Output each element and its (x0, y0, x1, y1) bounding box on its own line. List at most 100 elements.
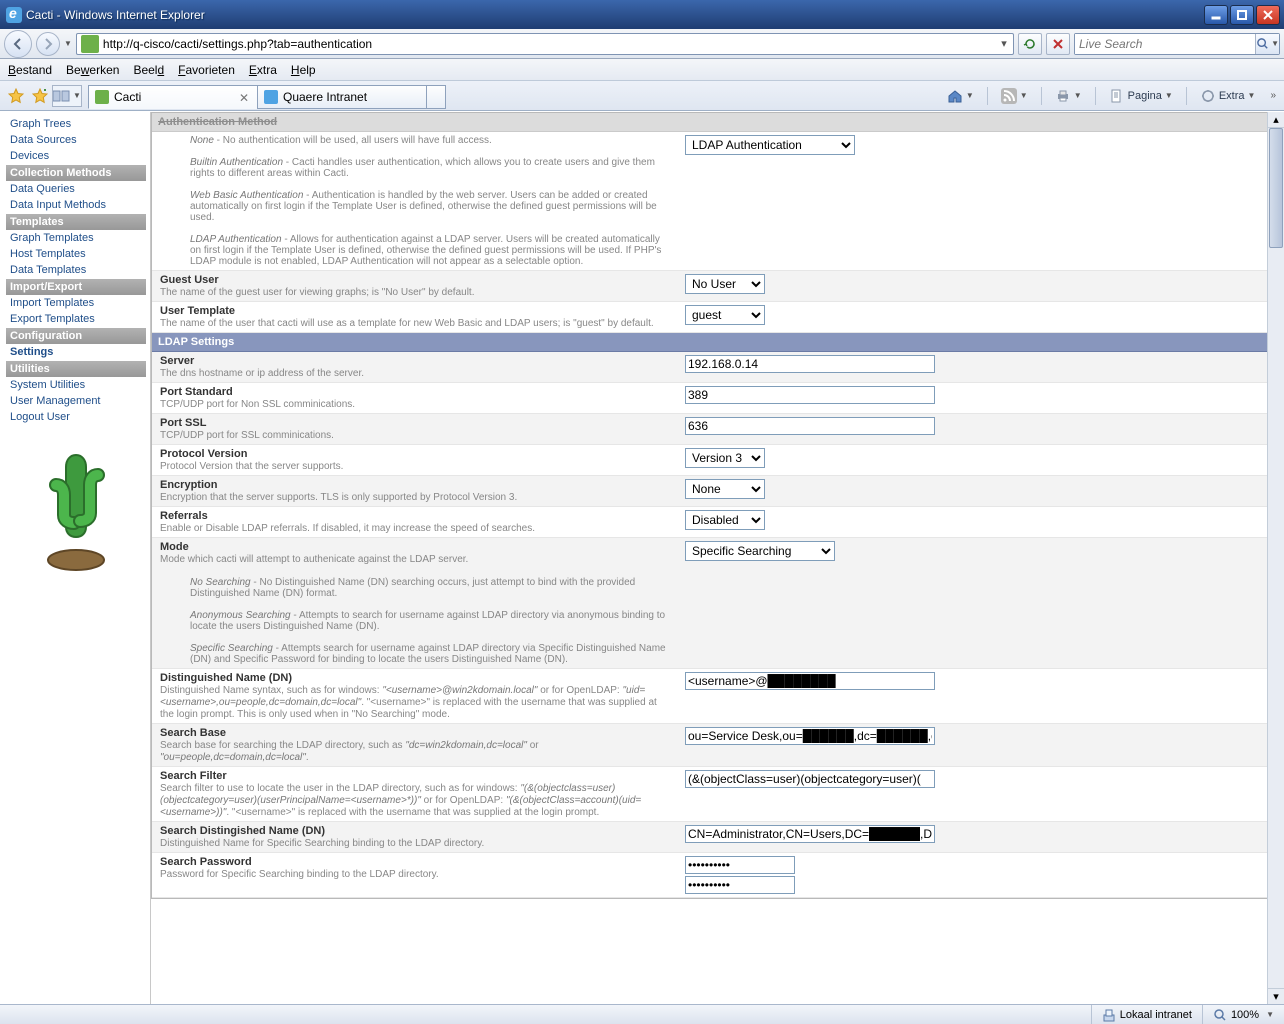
address-dropdown-icon[interactable]: ▾ (995, 37, 1013, 50)
tab-close-icon[interactable]: ✕ (239, 91, 251, 103)
window-title: Cacti - Windows Internet Explorer (26, 8, 1204, 22)
nav-head-config: Configuration (6, 328, 146, 344)
tab-cacti[interactable]: Cacti ✕ (88, 85, 258, 109)
toolbar-overflow-icon[interactable]: » (1266, 90, 1280, 101)
menu-bestand[interactable]: BBestandestand (8, 63, 52, 77)
settings-panel: Authentication Method None - No authenti… (150, 112, 1284, 1004)
print-button[interactable]: ▼ (1050, 85, 1087, 107)
zoom-icon (1213, 1008, 1227, 1022)
nav-dropdown-icon[interactable]: ▼ (64, 39, 72, 48)
nav-logout[interactable]: Logout User (6, 409, 146, 425)
ldap-search-dn-input[interactable] (685, 825, 935, 843)
row-user-template: User TemplateThe name of the user that c… (152, 302, 1283, 333)
close-button[interactable] (1256, 5, 1280, 25)
ie-icon (6, 7, 22, 23)
menu-bewerken[interactable]: Bewerken (66, 63, 119, 77)
search-input[interactable] (1075, 34, 1255, 54)
nav-export-templates[interactable]: Export Templates (6, 311, 146, 327)
zone-icon (1102, 1008, 1116, 1022)
search-button[interactable]: ▼ (1255, 34, 1279, 54)
add-favorite-icon[interactable] (31, 87, 49, 105)
tab-quaere[interactable]: Quaere Intranet (257, 85, 427, 109)
nav-toolbar: ▼ ▾ ▼ (0, 29, 1284, 59)
scroll-thumb[interactable] (1269, 128, 1283, 248)
pagina-button[interactable]: Pagina▼ (1104, 85, 1178, 107)
row-ldap-server: ServerThe dns hostname or ip address of … (152, 352, 1283, 383)
nav-head-templates: Templates (6, 214, 146, 230)
nav-graph-trees[interactable]: Graph Trees (6, 116, 146, 132)
maximize-button[interactable] (1230, 5, 1254, 25)
tab-label: Quaere Intranet (283, 90, 420, 104)
row-guest-user: Guest UserThe name of the guest user for… (152, 271, 1283, 302)
ldap-referrals-select[interactable]: Disabled (685, 510, 765, 530)
nav-head-utilities: Utilities (6, 361, 146, 377)
favorites-icon[interactable] (7, 87, 25, 105)
ldap-port-input[interactable] (685, 386, 935, 404)
ldap-section-title: LDAP Settings (152, 333, 1283, 352)
rss-button[interactable]: ▼ (996, 85, 1033, 107)
ldap-search-pw-input[interactable] (685, 856, 795, 874)
nav-user-management[interactable]: User Management (6, 393, 146, 409)
row-ldap-mode: Mode Mode which cacti will attempt to au… (152, 538, 1283, 669)
guest-user-select[interactable]: No User (685, 274, 765, 294)
menu-favorieten[interactable]: Favorieten (178, 63, 235, 77)
nav-data-sources[interactable]: Data Sources (6, 132, 146, 148)
menu-extra[interactable]: Extra (249, 63, 277, 77)
auth-section-title: Authentication Method (152, 113, 1283, 132)
site-favicon (81, 35, 99, 53)
nav-data-queries[interactable]: Data Queries (6, 181, 146, 197)
nav-import-templates[interactable]: Import Templates (6, 295, 146, 311)
ldap-server-input[interactable] (685, 355, 935, 373)
user-template-select[interactable]: guest (685, 305, 765, 325)
menu-help[interactable]: Help (291, 63, 316, 77)
refresh-button[interactable] (1018, 33, 1042, 55)
nav-data-templates[interactable]: Data Templates (6, 262, 146, 278)
status-zoom[interactable]: 100% ▼ (1202, 1005, 1284, 1024)
search-box[interactable]: ▼ (1074, 33, 1280, 55)
ldap-port-ssl-input[interactable] (685, 417, 935, 435)
extra-label: Extra (1219, 90, 1245, 102)
ldap-search-pw-confirm-input[interactable] (685, 876, 795, 894)
address-input[interactable] (103, 35, 995, 53)
row-ldap-search-pw: Search PasswordPassword for Specific Sea… (152, 853, 1283, 898)
quicktabs-button[interactable]: ▼ (52, 85, 82, 107)
vertical-scrollbar[interactable]: ▴ ▾ (1267, 112, 1284, 1004)
ldap-search-base-input[interactable] (685, 727, 935, 745)
row-ldap-dn: Distinguished Name (DN) Distinguished Na… (152, 669, 1283, 724)
menu-beeld[interactable]: Beeld (133, 63, 164, 77)
scroll-up-icon[interactable]: ▴ (1268, 112, 1284, 128)
page-content: Graph Trees Data Sources Devices Collect… (0, 112, 1284, 1004)
window-titlebar: Cacti - Windows Internet Explorer (0, 0, 1284, 29)
nav-head-import: Import/Export (6, 279, 146, 295)
new-tab-button[interactable] (426, 85, 446, 109)
row-ldap-search-base: Search Base Search base for searching th… (152, 724, 1283, 767)
nav-graph-templates[interactable]: Graph Templates (6, 230, 146, 246)
ldap-mode-select[interactable]: Specific Searching (685, 541, 835, 561)
ldap-dn-input[interactable] (685, 672, 935, 690)
nav-data-input[interactable]: Data Input Methods (6, 197, 146, 213)
ldap-search-filter-input[interactable] (685, 770, 935, 788)
minimize-button[interactable] (1204, 5, 1228, 25)
row-ldap-referrals: ReferralsEnable or Disable LDAP referral… (152, 507, 1283, 538)
nav-devices[interactable]: Devices (6, 148, 146, 164)
tab-favicon-ie (264, 90, 278, 104)
nav-settings[interactable]: Settings (6, 344, 146, 360)
scroll-down-icon[interactable]: ▾ (1268, 988, 1284, 1004)
nav-system-utilities[interactable]: System Utilities (6, 377, 146, 393)
address-bar[interactable]: ▾ (76, 33, 1014, 55)
home-button[interactable]: ▼ (942, 85, 979, 107)
ldap-version-select[interactable]: Version 3 (685, 448, 765, 468)
ldap-encryption-select[interactable]: None (685, 479, 765, 499)
auth-method-select[interactable]: LDAP Authentication (685, 135, 855, 155)
stop-button[interactable] (1046, 33, 1070, 55)
extra-button[interactable]: Extra▼ (1195, 85, 1261, 107)
row-ldap-port-ssl: Port SSLTCP/UDP port for SSL comminicati… (152, 414, 1283, 445)
row-ldap-search-filter: Search Filter Search filter to use to lo… (152, 767, 1283, 822)
tab-toolbar: ▼ Cacti ✕ Quaere Intranet ▼ ▼ ▼ Pagina▼ … (0, 81, 1284, 111)
forward-button[interactable] (36, 32, 60, 56)
tab-favicon-cacti (95, 90, 109, 104)
back-button[interactable] (4, 30, 32, 58)
row-ldap-port: Port StandardTCP/UDP port for Non SSL co… (152, 383, 1283, 414)
status-zone: Lokaal intranet (1091, 1005, 1202, 1024)
nav-host-templates[interactable]: Host Templates (6, 246, 146, 262)
